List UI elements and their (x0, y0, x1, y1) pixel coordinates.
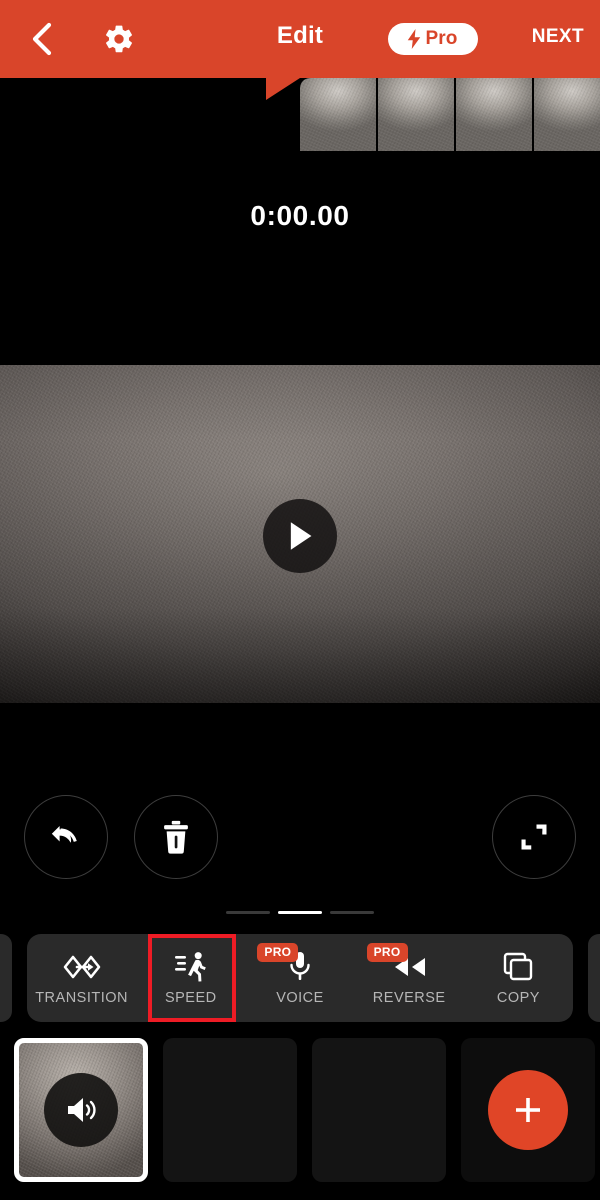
filmstrip-frame (300, 78, 376, 151)
filmstrip-frame (456, 78, 532, 151)
copy-icon (502, 950, 534, 984)
video-editor-screen: Edit Pro NEXT 0:00.00 TRANSITION SPEED P… (0, 0, 600, 1200)
transition-icon (62, 950, 102, 984)
tool-label: COPY (496, 990, 540, 1006)
pager-indicator (0, 911, 600, 914)
running-person-icon (174, 950, 208, 984)
clip-item-empty[interactable] (312, 1038, 446, 1182)
undo-arrow-icon (51, 825, 77, 843)
header-notch (266, 78, 300, 100)
plus-icon (516, 1098, 540, 1122)
play-button[interactable] (263, 499, 337, 573)
add-clip-cell[interactable] (461, 1038, 595, 1182)
trash-icon (164, 820, 188, 854)
app-header: Edit Pro NEXT (0, 0, 600, 78)
tool-toolbar: TRANSITION SPEED PRO VOICE PRO REVERSE C… (27, 934, 573, 1022)
clip-audio-button[interactable] (44, 1073, 118, 1147)
toolbar-peek-left[interactable] (0, 934, 12, 1022)
filmstrip-frame (378, 78, 454, 151)
add-clip-button[interactable] (488, 1070, 568, 1150)
tool-voice[interactable]: PRO VOICE (245, 934, 354, 1022)
tool-copy[interactable]: COPY (464, 934, 573, 1022)
tool-label: TRANSITION (35, 990, 128, 1006)
page-title: Edit (276, 22, 324, 49)
toolbar-peek-right[interactable] (588, 934, 600, 1022)
tool-toolbar-row: TRANSITION SPEED PRO VOICE PRO REVERSE C… (0, 934, 600, 1022)
timecode-display: 0:00.00 (250, 200, 350, 231)
pager-dash[interactable] (330, 911, 374, 914)
pro-badge: PRO (257, 943, 299, 962)
pro-upgrade-button[interactable]: Pro (388, 23, 478, 55)
undo-button[interactable] (24, 795, 108, 879)
next-button[interactable]: NEXT (532, 26, 584, 48)
play-icon (290, 522, 312, 550)
pager-dash-active[interactable] (278, 911, 322, 914)
tool-reverse[interactable]: PRO REVERSE (355, 934, 464, 1022)
pro-badge: PRO (366, 943, 408, 962)
expand-corners-icon (521, 824, 547, 850)
tool-label: SPEED (164, 990, 217, 1006)
tool-label: VOICE (276, 990, 324, 1006)
tool-label: REVERSE (372, 990, 446, 1006)
clip-track (0, 1038, 600, 1184)
timeline-filmstrip[interactable] (300, 78, 600, 151)
tool-transition[interactable]: TRANSITION (27, 934, 136, 1022)
delete-button[interactable] (134, 795, 218, 879)
tool-speed[interactable]: SPEED (136, 934, 245, 1022)
filmstrip-frame (534, 78, 600, 151)
clip-item-empty[interactable] (163, 1038, 297, 1182)
pro-label: Pro (425, 28, 458, 49)
pager-dash[interactable] (226, 911, 270, 914)
lightning-bolt-icon (407, 29, 420, 49)
speaker-icon (68, 1098, 96, 1122)
clip-item-selected[interactable] (14, 1038, 148, 1182)
expand-button[interactable] (492, 795, 576, 879)
